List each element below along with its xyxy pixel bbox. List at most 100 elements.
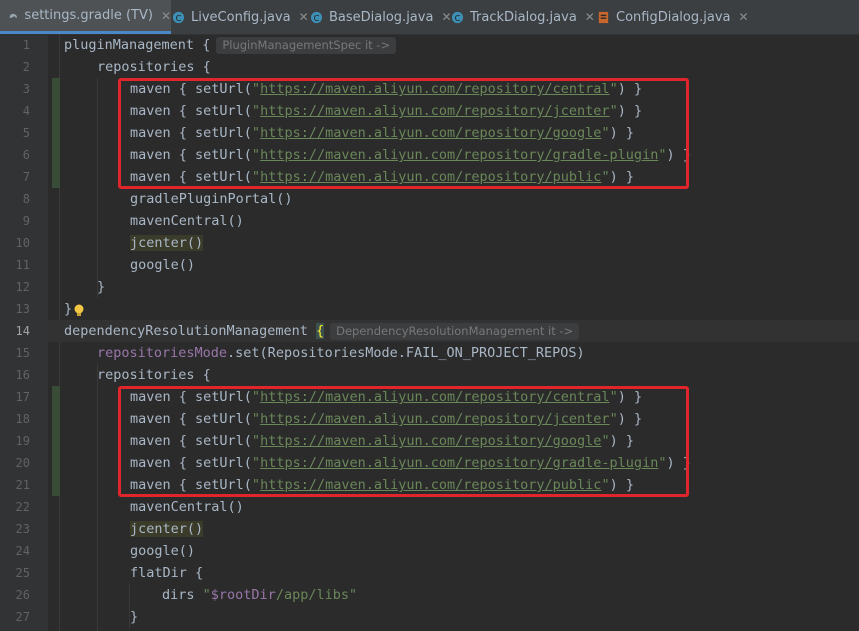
line-number[interactable]: 14 <box>0 320 30 342</box>
close-icon[interactable]: ✕ <box>585 10 595 24</box>
tab-basedialog[interactable]: C BaseDialog.java ✕ <box>310 0 452 34</box>
dirs-keyword: dirs <box>162 587 203 603</box>
inlay-hint: PluginManagementSpec it -> <box>216 36 397 54</box>
line-number[interactable]: 19 <box>0 430 30 452</box>
indent-guide <box>97 78 98 298</box>
svg-text:C: C <box>314 12 320 22</box>
line-number[interactable]: 23 <box>0 518 30 540</box>
editor-tab-bar: settings.gradle (TV) ✕ C LiveConfig.java… <box>0 0 859 35</box>
annotation-box-bottom <box>118 386 689 497</box>
tab-configdialog[interactable]: ConfigDialog.java ✕ <box>597 0 749 34</box>
line-number-gutter[interactable]: 1 2 3 4 5 6 7 8 9 10 11 12 13 14 15 16 17 18 19 20 21 22 23 24 2… <box>0 34 48 631</box>
lightbulb-icon[interactable] <box>73 304 85 318</box>
line-number[interactable]: 1 <box>0 34 30 56</box>
java-class-icon: C <box>310 11 323 23</box>
line-number[interactable]: 8 <box>0 188 30 210</box>
line-number[interactable]: 25 <box>0 562 30 584</box>
plugin-management-block: pluginManagement <box>64 37 195 53</box>
code-line-22: mavenCentral() <box>130 496 244 518</box>
vcs-change-marker <box>52 78 60 188</box>
line-number[interactable]: 22 <box>0 496 30 518</box>
java-class-icon: C <box>172 11 185 23</box>
line-number[interactable]: 10 <box>0 232 30 254</box>
code-line-11: google() <box>130 254 195 276</box>
google-call: google() <box>130 543 196 559</box>
close-icon[interactable]: ✕ <box>441 10 451 24</box>
indent-guide <box>97 364 98 631</box>
line-number[interactable]: 3 <box>0 78 30 100</box>
code-line-25: flatDir { <box>130 562 203 584</box>
line-number[interactable]: 15 <box>0 342 30 364</box>
line-number[interactable]: 18 <box>0 408 30 430</box>
code-line-14: dependencyResolutionManagement {Dependen… <box>64 320 580 342</box>
quote: " <box>202 587 211 603</box>
tab-label: settings.gradle (TV) <box>24 8 153 23</box>
java-class-icon <box>598 11 609 23</box>
code-line-10: jcenter() <box>130 232 204 254</box>
repositories-mode-set: .set(RepositoriesMode.FAIL_ON_PROJECT_RE… <box>227 345 585 361</box>
code-line-23: jcenter() <box>130 518 204 540</box>
line-number[interactable]: 11 <box>0 254 30 276</box>
code-line-16: repositories { <box>97 364 211 386</box>
line-number[interactable]: 27 <box>0 606 30 628</box>
tab-label: BaseDialog.java <box>329 9 434 25</box>
code-line-8: gradlePluginPortal() <box>130 188 293 210</box>
tab-liveconfig[interactable]: C LiveConfig.java ✕ <box>172 0 309 34</box>
tab-trackdialog[interactable]: C TrackDialog.java ✕ <box>451 0 595 34</box>
close-icon[interactable]: ✕ <box>299 10 309 24</box>
svg-text:C: C <box>455 12 461 22</box>
jcenter-call: jcenter() <box>130 521 204 537</box>
dirs-path: /app/libs" <box>275 587 358 603</box>
repositories-block: repositories { <box>97 367 211 383</box>
code-line-2: repositories { <box>97 56 211 78</box>
tab-settings-gradle[interactable]: settings.gradle (TV) ✕ <box>0 0 171 34</box>
line-number[interactable]: 2 <box>0 56 30 78</box>
gradle-icon <box>9 13 17 18</box>
close-brace: } <box>97 279 106 295</box>
code-line-9: mavenCentral() <box>130 210 244 232</box>
line-number[interactable]: 6 <box>0 144 30 166</box>
tab-label: ConfigDialog.java <box>616 9 731 25</box>
annotation-box-top <box>118 78 689 189</box>
tab-label: TrackDialog.java <box>470 9 577 25</box>
vcs-change-marker <box>52 386 60 496</box>
line-number[interactable]: 16 <box>0 364 30 386</box>
line-number[interactable]: 24 <box>0 540 30 562</box>
code-line-1: pluginManagement { PluginManagementSpec i… <box>64 34 397 56</box>
close-brace: } <box>64 301 73 317</box>
dependency-resolution-management-block: dependencyResolutionManagement <box>64 323 308 339</box>
code-line-26: dirs "$rootDir/app/libs" <box>162 584 357 606</box>
java-class-icon: C <box>451 11 464 23</box>
flatdir-block: flatDir { <box>130 565 204 581</box>
code-line-27: } <box>130 606 138 628</box>
line-number[interactable]: 5 <box>0 122 30 144</box>
line-number[interactable]: 13 <box>0 298 30 320</box>
maven-central-call: mavenCentral() <box>130 499 244 515</box>
google-call: google() <box>130 257 196 273</box>
open-brace: { <box>202 37 211 53</box>
gradle-plugin-portal-call: gradlePluginPortal() <box>130 191 293 207</box>
line-number[interactable]: 12 <box>0 276 30 298</box>
line-number[interactable]: 17 <box>0 386 30 408</box>
close-icon[interactable]: ✕ <box>739 10 749 24</box>
jcenter-call: jcenter() <box>130 235 204 251</box>
repositories-mode-prop: repositoriesMode <box>97 345 228 361</box>
line-number[interactable]: 21 <box>0 474 30 496</box>
open-brace: { <box>315 323 325 339</box>
code-line-15: repositoriesMode.set(RepositoriesMode.FA… <box>97 342 585 364</box>
rootdir-variable: $rootDir <box>210 587 276 603</box>
line-number[interactable]: 20 <box>0 452 30 474</box>
code-line-13: } <box>64 298 72 320</box>
line-number[interactable]: 7 <box>0 166 30 188</box>
code-line-24: google() <box>130 540 195 562</box>
close-brace: } <box>130 609 139 625</box>
maven-central-call: mavenCentral() <box>130 213 244 229</box>
close-icon[interactable]: ✕ <box>161 9 171 23</box>
tab-label: LiveConfig.java <box>191 9 291 25</box>
line-number[interactable]: 9 <box>0 210 30 232</box>
line-number[interactable]: 4 <box>0 100 30 122</box>
code-line-12: } <box>97 276 105 298</box>
line-number[interactable]: 26 <box>0 584 30 606</box>
repositories-block: repositories { <box>97 59 211 75</box>
svg-text:C: C <box>176 12 182 22</box>
